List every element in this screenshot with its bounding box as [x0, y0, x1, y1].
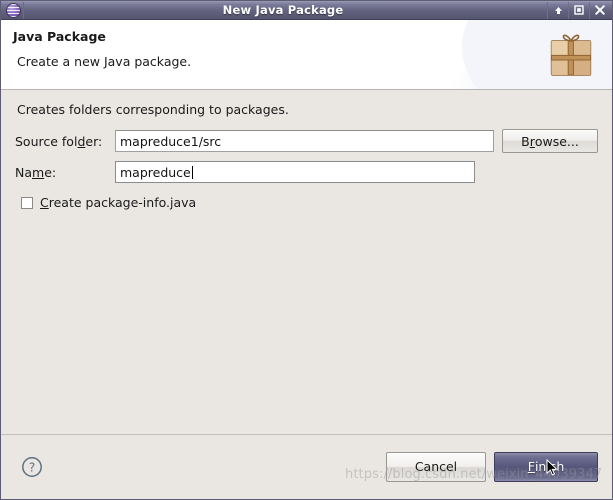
create-package-info-checkbox-row[interactable]: Create package-info.java [21, 195, 598, 210]
package-info-label-after: reate package-info.java [48, 195, 197, 210]
up-arrow-icon [554, 6, 562, 14]
source-folder-label-before: Source fol [15, 133, 78, 149]
window-title: New Java Package [222, 2, 344, 17]
package-name-label: Name: [15, 165, 115, 180]
form-description: Creates folders corresponding to package… [17, 102, 289, 117]
create-package-info-label: Create package-info.java [40, 195, 196, 210]
window-menu-button[interactable] [3, 1, 24, 19]
name-label-mnemonic: m [32, 164, 45, 180]
package-name-value: mapreduce [120, 164, 191, 180]
package-name-input[interactable]: mapreduce [115, 161, 475, 183]
close-icon [595, 5, 605, 15]
browse-label-before: B [521, 133, 530, 149]
package-info-label-mnemonic: C [40, 195, 49, 210]
maximize-square-icon [574, 5, 584, 15]
dialog-footer: ? Cancel Finish [1, 434, 612, 498]
title-bar[interactable]: New Java Package [1, 1, 612, 20]
finish-label-mnemonic: F [527, 459, 535, 474]
svg-text:?: ? [29, 460, 35, 474]
source-folder-row: Source folder: mapreduce1/src Br owse... [15, 129, 598, 153]
package-name-row: Name: mapreduce [15, 161, 598, 183]
source-folder-label: Source folder: [15, 134, 115, 149]
text-caret [191, 165, 193, 179]
banner-title: Java Package [13, 29, 106, 44]
source-folder-input[interactable]: mapreduce1/src [115, 130, 494, 152]
dialog-body: Creates folders corresponding to package… [1, 90, 612, 434]
new-java-package-dialog: New Java Package Java Package Create a n… [0, 0, 613, 500]
eclipse-globe-icon [6, 3, 20, 17]
window-controls [547, 1, 610, 19]
shade-window-button[interactable] [547, 1, 568, 19]
source-folder-value: mapreduce1/src [120, 133, 222, 149]
name-label-after: e: [44, 164, 57, 180]
create-package-info-checkbox[interactable] [21, 196, 33, 209]
finish-label-after: inish [534, 459, 565, 474]
banner-subtitle: Create a new Java package. [17, 54, 192, 69]
close-window-button[interactable] [589, 1, 610, 19]
name-label-before: Na [15, 164, 33, 180]
dialog-banner: Java Package Create a new Java package. [1, 20, 612, 90]
finish-button[interactable]: Finish [494, 451, 598, 482]
source-folder-label-after: er: [85, 133, 103, 149]
cancel-button[interactable]: Cancel [386, 451, 486, 482]
browse-label-after: owse... [534, 133, 579, 149]
help-question-icon[interactable]: ? [21, 456, 43, 478]
gift-package-icon [550, 34, 592, 76]
maximize-window-button[interactable] [568, 1, 589, 19]
browse-button[interactable]: Br owse... [502, 129, 598, 153]
